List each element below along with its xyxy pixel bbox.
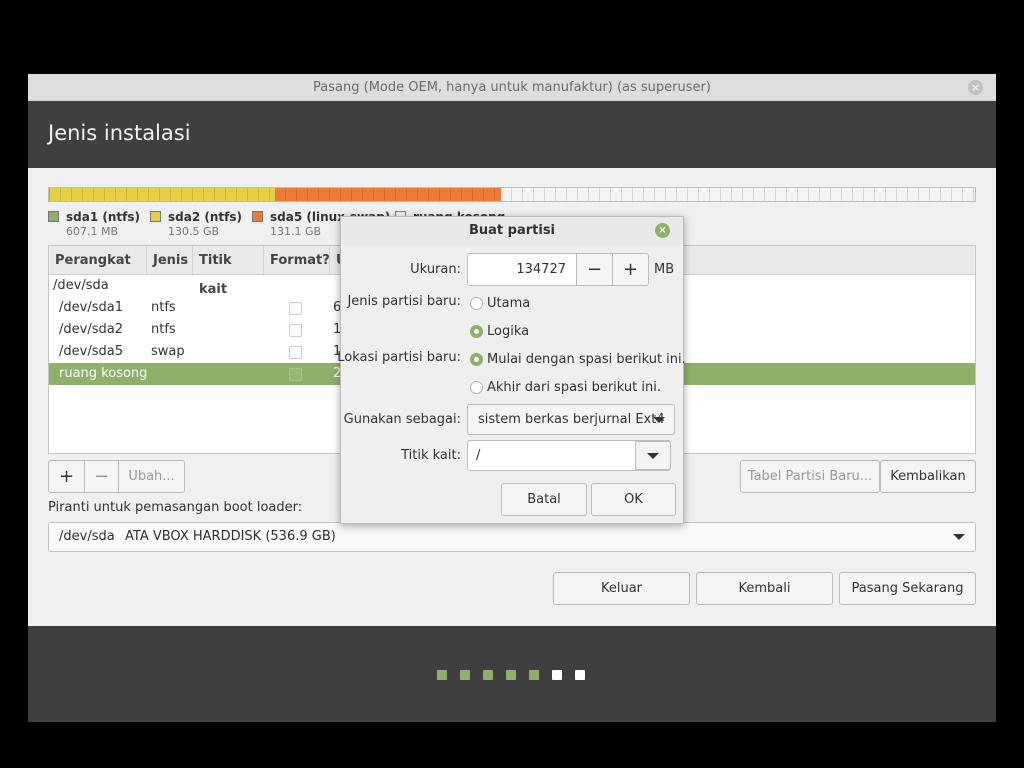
row-device: /dev/sda2: [59, 322, 123, 337]
location-end-radio[interactable]: [470, 381, 483, 394]
column-header-format[interactable]: Format?: [264, 246, 330, 275]
size-decrease-button[interactable]: −: [576, 253, 613, 286]
legend-name: sda2 (ntfs): [168, 210, 242, 224]
size-input[interactable]: 134727: [467, 253, 577, 286]
row-type: ntfs: [151, 322, 176, 337]
create-partition-dialog: Buat partisi × Ukuran: 134727 − + MB Jen…: [337, 216, 686, 524]
bootloader-device-select[interactable]: /dev/sda ATA VBOX HARDDISK (536.9 GB): [48, 522, 976, 552]
location-beginning-radio[interactable]: [470, 353, 483, 366]
progress-dot-pending: [552, 670, 562, 680]
legend-size: 607.1 MB: [66, 225, 119, 238]
window-close-icon[interactable]: ×: [968, 80, 983, 95]
progress-dot-completed: [483, 670, 493, 680]
partition-type-label: Jenis partisi baru:: [347, 294, 461, 309]
column-header-type[interactable]: Jenis: [147, 246, 193, 275]
progress-dot-completed: [529, 670, 539, 680]
progress-dot-completed: [437, 670, 447, 680]
row-device: /dev/sda5: [59, 344, 123, 359]
dialog-title: Buat partisi: [341, 217, 683, 245]
location-end-label[interactable]: Akhir dari spasi berikut ini.: [487, 380, 661, 395]
back-button[interactable]: Kembali: [696, 572, 833, 605]
legend-swatch: [252, 211, 263, 222]
use-as-value: sistem berkas berjurnal Ext4: [478, 412, 665, 427]
mount-point-dropdown-button[interactable]: [635, 441, 671, 470]
new-partition-table-button[interactable]: Tabel Partisi Baru...: [740, 460, 880, 493]
window-titlebar: Pasang (Mode OEM, hanya untuk manufaktur…: [28, 74, 996, 101]
chevron-down-icon: [953, 534, 965, 540]
use-as-label: Gunakan sebagai:: [343, 412, 461, 427]
page-header: Jenis instalasi: [28, 101, 996, 168]
size-increase-button[interactable]: +: [612, 253, 649, 286]
partition-bar-sda2: [50, 188, 275, 201]
size-label: Ukuran:: [410, 262, 461, 277]
row-device: /dev/sda1: [59, 300, 123, 315]
mount-point-value[interactable]: /: [476, 448, 480, 463]
add-partition-button[interactable]: +: [48, 460, 85, 493]
cancel-button[interactable]: Batal: [501, 483, 587, 516]
size-unit: MB: [654, 262, 675, 277]
row-device: /dev/sda: [53, 278, 109, 293]
partition-bar-free: [501, 188, 975, 201]
row-type: ntfs: [151, 300, 176, 315]
progress-dot-completed: [506, 670, 516, 680]
use-as-select[interactable]: sistem berkas berjurnal Ext4: [467, 404, 675, 435]
bootloader-device: /dev/sda: [59, 529, 115, 544]
chevron-down-icon: [647, 453, 659, 459]
legend-size: 131.1 GB: [270, 225, 322, 238]
type-primary-radio[interactable]: [470, 297, 483, 310]
legend-name: sda1 (ntfs): [66, 210, 140, 224]
location-beginning-label[interactable]: Mulai dengan spasi berikut ini.: [487, 352, 686, 367]
type-logical-radio[interactable]: [470, 325, 483, 338]
remove-partition-button[interactable]: −: [84, 460, 119, 493]
format-checkbox[interactable]: [289, 324, 302, 337]
legend-size: 130.5 GB: [168, 225, 220, 238]
window-title: Pasang (Mode OEM, hanya untuk manufaktur…: [313, 80, 711, 95]
format-checkbox[interactable]: [289, 346, 302, 359]
bootloader-label: Piranti untuk pemasangan boot loader:: [48, 500, 303, 515]
dialog-close-icon[interactable]: ×: [655, 223, 670, 238]
page-title: Jenis instalasi: [48, 121, 191, 145]
mount-point-label: Titik kait:: [401, 448, 461, 463]
progress-dot-pending: [575, 670, 585, 680]
column-header-device[interactable]: Perangkat: [49, 246, 147, 275]
partition-bar-sda5: [275, 188, 501, 201]
bootloader-description: ATA VBOX HARDDISK (536.9 GB): [125, 529, 336, 544]
install-now-button[interactable]: Pasang Sekarang: [839, 572, 976, 605]
change-partition-button[interactable]: Ubah...: [118, 460, 185, 493]
type-logical-label[interactable]: Logika: [487, 324, 529, 339]
row-type: swap: [151, 344, 185, 359]
ok-button[interactable]: OK: [591, 483, 676, 516]
quit-button[interactable]: Keluar: [553, 572, 690, 605]
progress-dot-completed: [460, 670, 470, 680]
type-primary-label[interactable]: Utama: [487, 296, 530, 311]
row-device: ruang kosong: [59, 366, 148, 381]
format-checkbox[interactable]: [289, 302, 302, 315]
legend-swatch: [48, 211, 59, 222]
column-header-mount[interactable]: Titik kait: [193, 246, 264, 297]
format-checkbox[interactable]: [289, 368, 302, 381]
revert-button[interactable]: Kembalikan: [880, 460, 976, 493]
partition-bar: [48, 187, 976, 202]
partition-location-label: Lokasi partisi baru:: [337, 350, 461, 365]
legend-swatch: [150, 211, 161, 222]
chevron-down-icon: [653, 417, 665, 423]
